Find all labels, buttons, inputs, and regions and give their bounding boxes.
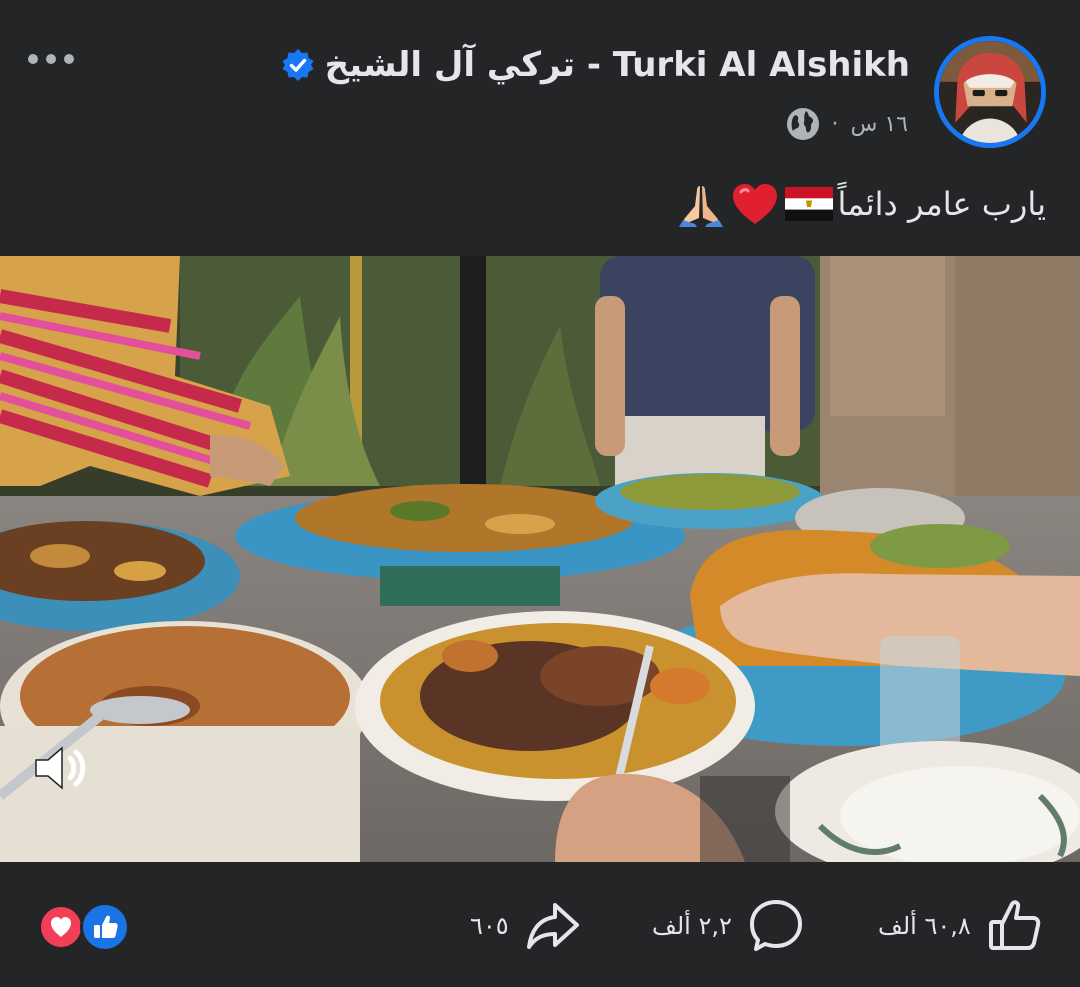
- post-caption: يارب عامر دائماً: [677, 176, 1046, 232]
- facebook-post: تركي آل الشيخ - Turki Al Alshikh · ١٦ س: [0, 0, 1080, 987]
- egypt-flag-icon: [785, 187, 834, 221]
- like-reaction-icon: [80, 902, 130, 952]
- author-row: تركي آل الشيخ - Turki Al Alshikh: [281, 40, 910, 90]
- post-actions-bar: ٦٠٥ ٢,٢ ألف ٦٠,٨ ألف: [0, 862, 1080, 987]
- folded-hands-icon: [679, 186, 724, 227]
- more-dot-icon: [64, 54, 74, 64]
- author-name[interactable]: تركي آل الشيخ - Turki Al Alshikh: [325, 45, 910, 85]
- reactions-summary[interactable]: [38, 902, 134, 952]
- verified-badge-icon: [282, 49, 314, 81]
- share-icon: [526, 903, 579, 949]
- love-reaction-icon: [38, 904, 84, 950]
- comment-button[interactable]: ٢,٢ ألف: [652, 898, 804, 954]
- comment-count: ٢,٢ ألف: [652, 912, 732, 940]
- more-dot-icon: [46, 54, 56, 64]
- caption-text: يارب عامر دائماً: [837, 185, 1046, 223]
- author-avatar[interactable]: [934, 36, 1046, 148]
- volume-icon[interactable]: [30, 740, 92, 796]
- meta-separator: ·: [831, 111, 839, 137]
- post-meta: · ١٦ س: [786, 104, 909, 144]
- post-video[interactable]: [0, 256, 1080, 862]
- post-timestamp[interactable]: ١٦ س: [851, 112, 909, 137]
- comment-icon: [749, 900, 802, 951]
- more-dot-icon: [28, 54, 38, 64]
- globe-icon[interactable]: [786, 107, 820, 141]
- like-count: ٦٠,٨ ألف: [878, 912, 971, 940]
- red-heart-icon: [733, 184, 778, 224]
- like-button[interactable]: ٦٠,٨ ألف: [878, 898, 1043, 954]
- video-frame: [0, 256, 1080, 862]
- like-icon: [988, 900, 1041, 950]
- more-options-button[interactable]: [28, 44, 88, 74]
- share-count: ٦٠٥: [470, 912, 509, 940]
- avatar-image: [939, 41, 1041, 143]
- share-button[interactable]: ٦٠٥: [470, 898, 581, 954]
